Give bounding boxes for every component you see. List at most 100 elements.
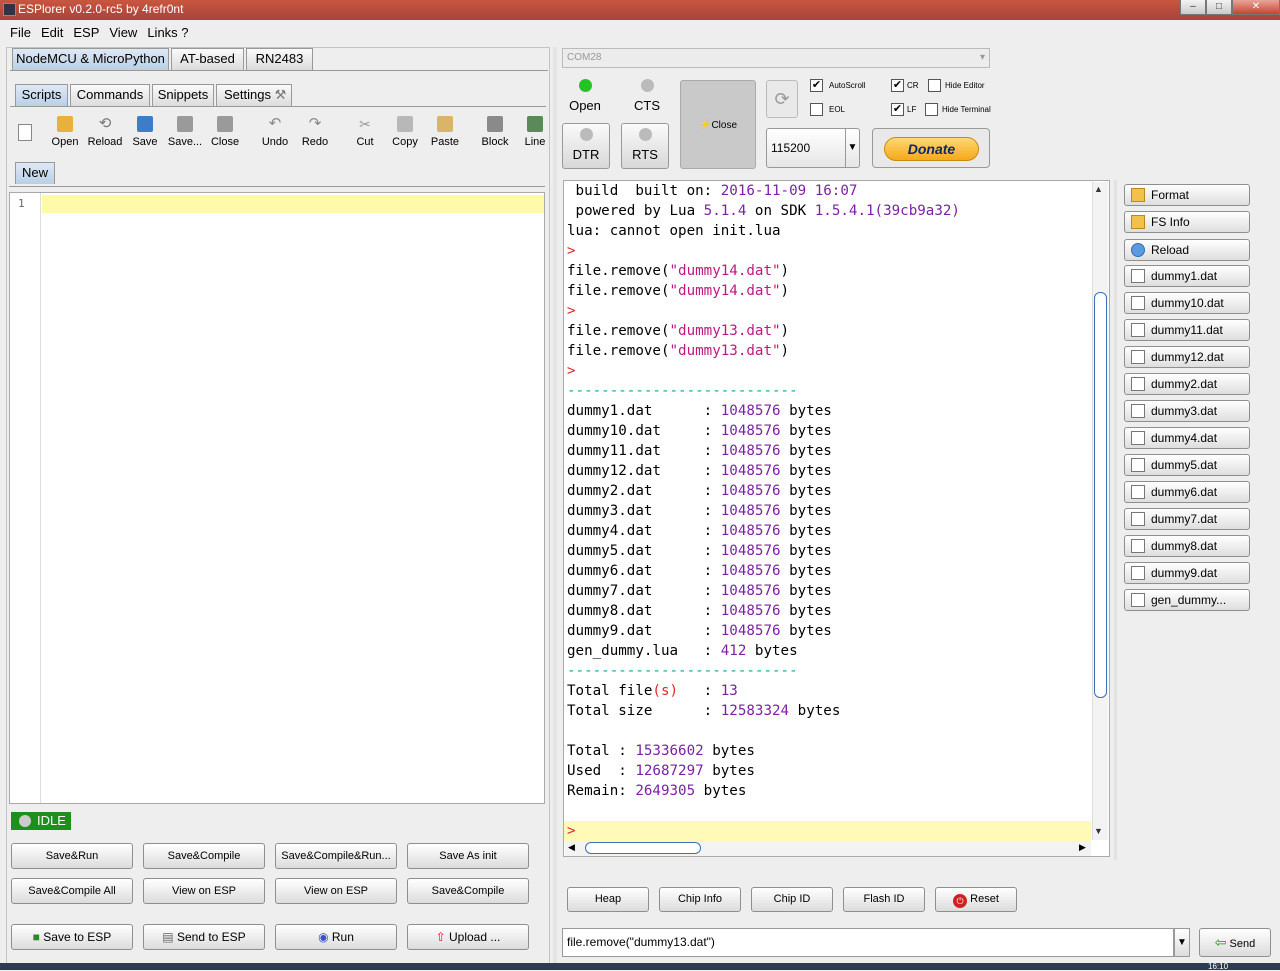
dtr-button[interactable]: DTR <box>562 123 610 169</box>
block-button[interactable]: Block <box>475 116 515 148</box>
flash-id-button[interactable]: Flash ID <box>843 887 925 912</box>
hscroll-thumb[interactable] <box>585 842 701 854</box>
upload-button[interactable]: ⇧ Upload ... <box>407 924 529 950</box>
open-button[interactable]: Open <box>45 116 85 148</box>
file-button[interactable]: dummy12.dat <box>1124 346 1250 368</box>
total-files-line: Total file(s) : 13 <box>567 683 738 699</box>
undo-button[interactable]: ↶ Undo <box>255 116 295 149</box>
history-dropdown-icon[interactable]: ▼ <box>1174 928 1190 957</box>
file-button[interactable]: dummy11.dat <box>1124 319 1250 341</box>
save-compile-run-button[interactable]: Save&Compile&Run... <box>275 843 397 869</box>
file-button[interactable]: dummy9.dat <box>1124 562 1250 584</box>
view-on-esp-button[interactable]: View on ESP <box>143 878 265 904</box>
save-as-init-button[interactable]: Save As init <box>407 843 529 869</box>
minimize-button[interactable]: – <box>1180 0 1206 15</box>
send-button[interactable]: ⇦ Send <box>1199 928 1271 957</box>
editor-tab-new[interactable]: New <box>15 162 55 184</box>
reload-files-button[interactable]: Reload <box>1124 239 1250 261</box>
save-as-button[interactable]: Save... <box>165 116 205 148</box>
tab-nodemcu[interactable]: NodeMCU & MicroPython <box>12 48 169 70</box>
eol-checkbox[interactable] <box>810 103 823 116</box>
chip-info-button[interactable]: Chip Info <box>659 887 741 912</box>
autoscroll-checkbox[interactable]: ✔ <box>810 79 823 92</box>
line-button[interactable]: Line <box>515 116 555 148</box>
close-port-button[interactable]: ⚡Close <box>680 80 756 169</box>
save-compile-all-button[interactable]: Save&Compile All <box>11 878 133 904</box>
vscroll-thumb[interactable] <box>1094 292 1107 698</box>
close-file-button[interactable]: Close <box>205 116 245 148</box>
cr-checkbox[interactable]: ✔ <box>891 79 904 92</box>
run-button[interactable]: ◉ Run <box>275 924 397 950</box>
cut-button[interactable]: ✂ Cut <box>345 116 385 148</box>
tab-rn2483[interactable]: RN2483 <box>246 48 313 70</box>
maximize-button[interactable]: □ <box>1206 0 1232 15</box>
send-to-esp-button[interactable]: ▤ Send to ESP <box>143 924 265 950</box>
menu-file[interactable]: File <box>10 25 31 40</box>
new-file-icon[interactable] <box>18 124 32 141</box>
play-icon: ◉ <box>318 930 332 944</box>
used-line: Used : 12687297 bytes <box>567 763 755 779</box>
code-editor[interactable]: 1 <box>9 192 545 804</box>
donate-button[interactable]: Donate <box>872 128 990 168</box>
command-input[interactable]: file.remove("dummy13.dat") <box>562 928 1174 957</box>
redo-button[interactable]: ↷ Redo <box>295 116 335 149</box>
tab-scripts[interactable]: Scripts <box>15 84 68 106</box>
save-button[interactable]: Save <box>125 116 165 148</box>
file-button[interactable]: dummy5.dat <box>1124 454 1250 476</box>
rts-button[interactable]: RTS <box>621 123 669 169</box>
chip-id-button[interactable]: Chip ID <box>751 887 833 912</box>
file-button-label: dummy6.dat <box>1151 485 1218 499</box>
close-window-button[interactable]: ✕ <box>1232 0 1280 15</box>
save-to-esp-button[interactable]: ■ Save to ESP <box>11 924 133 950</box>
side-splitter[interactable] <box>1114 180 1117 860</box>
file-button-label: dummy5.dat <box>1151 458 1218 472</box>
heap-button[interactable]: Heap <box>567 887 649 912</box>
file-line: dummy2.dat : 1048576 bytes <box>567 483 832 499</box>
format-button[interactable]: Format <box>1124 184 1250 206</box>
save-compile-button[interactable]: Save&Compile <box>143 843 265 869</box>
file-button[interactable]: dummy4.dat <box>1124 427 1250 449</box>
hide-editor-checkbox[interactable] <box>928 79 941 92</box>
menu-edit[interactable]: Edit <box>41 25 63 40</box>
copy-icon <box>397 116 413 132</box>
file-button[interactable]: dummy1.dat <box>1124 265 1250 287</box>
terminal-vscrollbar[interactable]: ▲ ▼ <box>1092 182 1108 840</box>
tab-commands[interactable]: Commands <box>70 84 150 106</box>
open-port-button[interactable]: Open <box>562 75 608 121</box>
terminal-output[interactable]: build built on: 2016-11-09 16:07 powered… <box>564 181 1091 841</box>
reload-button[interactable]: ⟲ Reload <box>85 116 125 149</box>
fs-info-button[interactable]: FS Info <box>1124 211 1250 233</box>
file-button[interactable]: dummy8.dat <box>1124 535 1250 557</box>
paste-button[interactable]: Paste <box>425 116 465 148</box>
file-button[interactable]: dummy2.dat <box>1124 373 1250 395</box>
terminal-hscrollbar[interactable]: ◀ ▶ <box>565 841 1091 856</box>
file-line: dummy6.dat : 1048576 bytes <box>567 563 832 579</box>
menu-links[interactable]: Links ? <box>147 25 188 40</box>
menu-view[interactable]: View <box>109 25 137 40</box>
hide-terminal-checkbox[interactable] <box>925 103 938 116</box>
save-run-button[interactable]: Save&Run <box>11 843 133 869</box>
tab-snippets[interactable]: Snippets <box>152 84 214 106</box>
menu-esp[interactable]: ESP <box>73 25 99 40</box>
refresh-ports-button[interactable]: ⟳ <box>766 80 798 118</box>
copy-button[interactable]: Copy <box>385 116 425 148</box>
tab-settings[interactable]: Settings ⚒ <box>216 84 292 106</box>
prompt-line: > <box>567 243 576 259</box>
file-line: dummy12.dat : 1048576 bytes <box>567 463 832 479</box>
reset-button[interactable]: ⏻ Reset <box>935 887 1017 912</box>
tab-at-based[interactable]: AT-based <box>171 48 244 70</box>
file-button[interactable]: gen_dummy... <box>1124 589 1250 611</box>
view-on-esp-button-2[interactable]: View on ESP <box>275 878 397 904</box>
file-button[interactable]: dummy3.dat <box>1124 400 1250 422</box>
file-line: dummy4.dat : 1048576 bytes <box>567 523 832 539</box>
send-to-esp-icon: ▤ <box>162 930 177 944</box>
splitter[interactable] <box>553 47 557 965</box>
lf-checkbox[interactable]: ✔ <box>891 103 904 116</box>
port-select[interactable]: COM28 ▾ <box>562 48 990 68</box>
file-button-label: dummy3.dat <box>1151 404 1218 418</box>
file-button[interactable]: dummy10.dat <box>1124 292 1250 314</box>
save-compile-button-2[interactable]: Save&Compile <box>407 878 529 904</box>
file-button[interactable]: dummy6.dat <box>1124 481 1250 503</box>
baud-select[interactable]: 115200 ▼ <box>766 128 860 168</box>
file-button[interactable]: dummy7.dat <box>1124 508 1250 530</box>
